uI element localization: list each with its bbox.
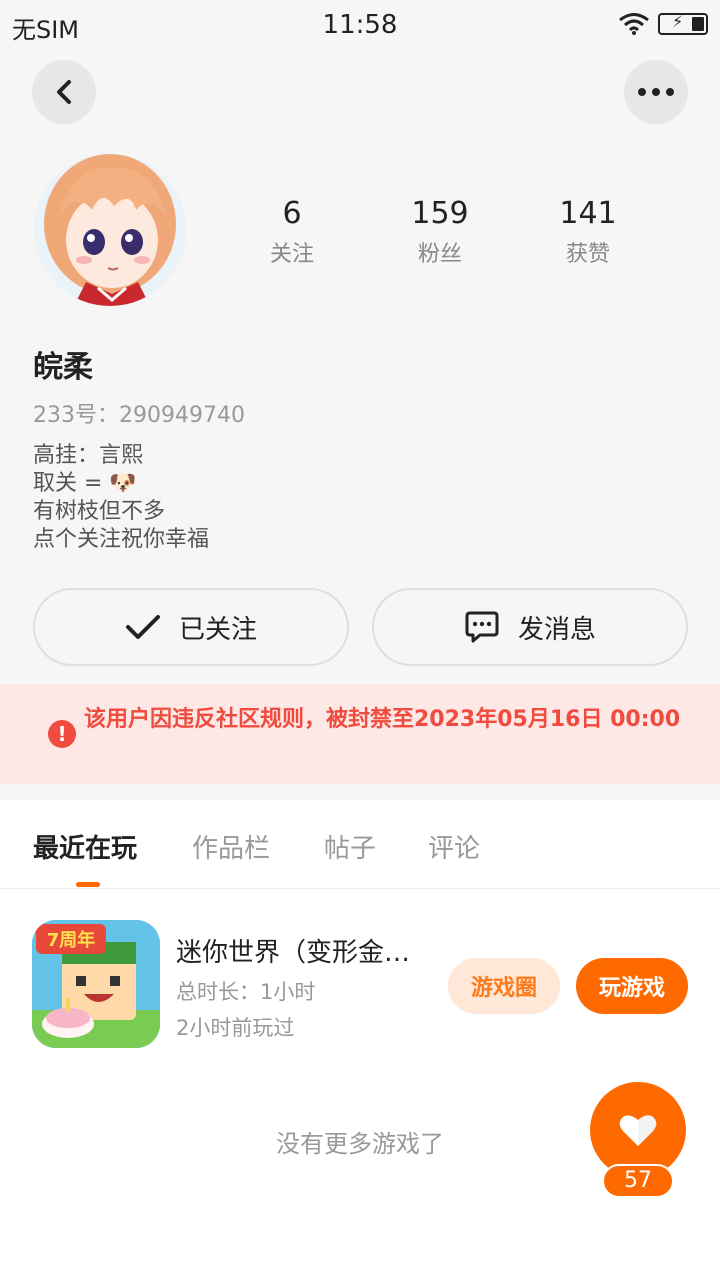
- avatar[interactable]: [34, 154, 186, 306]
- bio: 高挂：言熙 取关 = 🐶 有树枝但不多 点个关注祝你幸福: [33, 442, 209, 554]
- more-options-button[interactable]: [624, 60, 688, 124]
- bio-line: 取关 = 🐶: [33, 471, 137, 496]
- game-icon-art: 7周年: [32, 920, 160, 1048]
- like-count-badge: 57: [602, 1164, 674, 1198]
- back-button[interactable]: [32, 60, 96, 124]
- fans-label: 粉丝: [417, 242, 462, 267]
- following-count: 6: [282, 196, 302, 231]
- tab-comments[interactable]: 评论: [428, 828, 480, 865]
- game-icon[interactable]: 7周年: [32, 920, 160, 1048]
- avatar-illustration: [34, 154, 186, 306]
- game-title[interactable]: 迷你世界（变形金刚联动）: [176, 932, 436, 969]
- game-icon-badge: 7周年: [47, 929, 96, 951]
- tab-divider: [0, 888, 720, 889]
- active-tab-indicator: [76, 882, 100, 887]
- tab-recently-played[interactable]: 最近在玩: [33, 828, 137, 865]
- ban-notice: ! 该用户因违反社区规则，被封禁至2023年05月16日 00:00: [0, 684, 720, 784]
- ban-notice-text: 该用户因违反社区规则，被封禁至2023年05月16日 00:00: [84, 707, 681, 732]
- fans-count: 159: [411, 196, 469, 231]
- more-dots-icon: [638, 88, 674, 96]
- game-last-played: 2小时前玩过: [176, 1016, 295, 1040]
- battery-icon: ⚡: [658, 12, 708, 35]
- bio-line: 高挂：言熙: [33, 443, 144, 468]
- warning-icon: !: [48, 720, 76, 748]
- status-bar: 无SIM 11:58 ⚡: [0, 0, 720, 50]
- heart-icon: [619, 1115, 657, 1146]
- chat-bubble-icon: [465, 611, 499, 643]
- likes-stat: 141 获赞: [528, 196, 648, 268]
- followed-button[interactable]: 已关注: [33, 588, 349, 666]
- tab-posts[interactable]: 帖子: [324, 828, 376, 865]
- send-message-button[interactable]: 发消息: [372, 588, 688, 666]
- following-label: 关注: [269, 242, 314, 267]
- game-circle-button[interactable]: 游戏圈: [448, 958, 560, 1014]
- clock: 11:58: [322, 10, 398, 40]
- likes-count: 141: [559, 196, 617, 231]
- chevron-left-icon: [57, 80, 71, 104]
- bio-line: 有树枝但不多: [33, 499, 166, 524]
- following-stat[interactable]: 6 关注: [232, 196, 352, 268]
- followed-label: 已关注: [178, 614, 257, 645]
- tab-works[interactable]: 作品栏: [192, 828, 270, 865]
- play-game-button[interactable]: 玩游戏: [576, 958, 688, 1014]
- bio-line: 点个关注祝你幸福: [33, 527, 210, 552]
- game-total-duration: 总时长：1小时: [176, 980, 316, 1004]
- wifi-icon: [619, 13, 649, 35]
- fans-stat[interactable]: 159 粉丝: [380, 196, 500, 268]
- user-id[interactable]: 233号：290949740: [33, 397, 245, 429]
- likes-label: 获赞: [565, 242, 610, 267]
- send-message-label: 发消息: [517, 614, 596, 645]
- nickname: 皖柔: [33, 350, 93, 385]
- checkmark-icon: [125, 615, 160, 639]
